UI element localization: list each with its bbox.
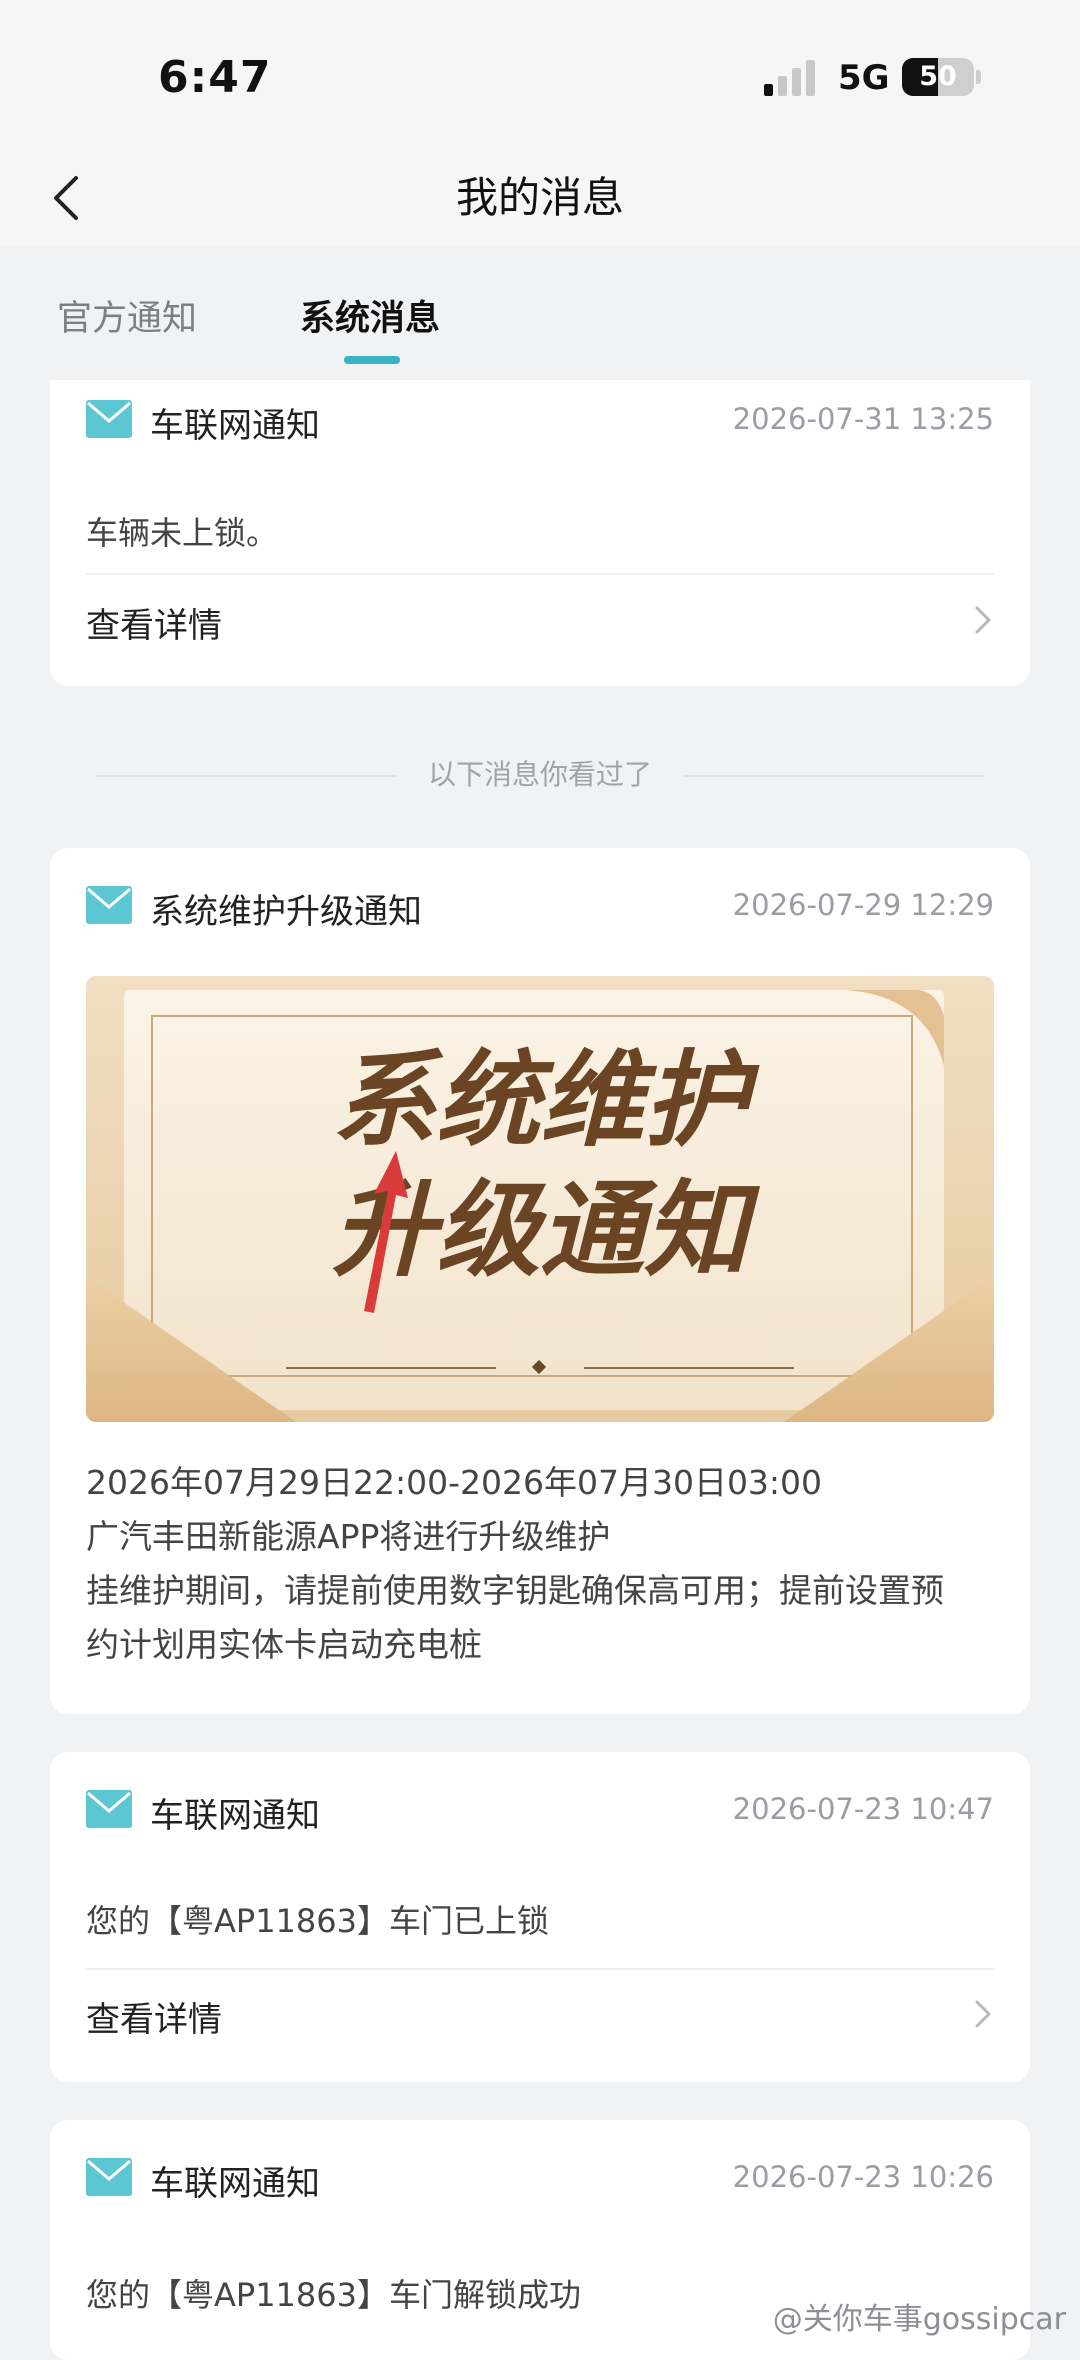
seen-messages-divider: 以下消息你看过了 [96,755,984,795]
message-card-header: 车联网通知 2026-07-31 13:25 [86,380,994,460]
mail-icon [86,400,132,438]
notice-line: 2026年07月29日22:00-2026年07月30日03:00 [86,1463,823,1502]
view-details-button[interactable]: 查看详情 [86,580,994,660]
notice-line: 挂维护期间，请提前使用数字钥匙确保高可用；提前设置预 [86,1571,944,1610]
chevron-right-icon [975,606,991,634]
view-details-label: 查看详情 [86,606,222,646]
page-title: 我的消息 [455,173,624,222]
mail-icon [86,1790,132,1828]
mail-icon [86,886,132,924]
battery-icon: 50 [902,58,974,96]
mail-icon [86,2158,132,2196]
notice-line: 约计划用实体卡启动充电桩 [86,1625,482,1664]
message-tabs: 官方通知 系统消息 [0,246,1080,376]
message-time: 2026-07-23 10:26 [732,2160,994,2194]
network-type: 5G [838,58,890,98]
message-title: 车联网通知 [150,1796,320,1836]
tab-system-messages[interactable]: 系统消息 [300,290,440,341]
view-details-label: 查看详情 [86,2000,222,2040]
banner-heading-line1: 系统维护 [332,1039,760,1161]
watermark: @关你车事gossipcar [772,2302,1066,2337]
status-bar: 6:47 5G 50 [0,0,1080,150]
message-time: 2026-07-23 10:47 [732,1792,994,1826]
message-card-header: 车联网通知 2026-07-23 10:47 [86,1770,994,1850]
message-body: 您的【粤AP11863】车门已上锁 [86,1902,549,1940]
divider [86,573,994,575]
message-card-vehicle-unlocked[interactable]: 车联网通知 2026-07-31 13:25 车辆未上锁。 查看详情 [50,380,1030,686]
message-title: 系统维护升级通知 [150,892,422,932]
maintenance-notice-text: 2026年07月29日22:00-2026年07月30日03:00 广汽丰田新能… [86,1456,996,1672]
signal-strength-icon [764,60,820,96]
chevron-right-icon [975,2000,991,2028]
active-tab-indicator [344,356,400,364]
maintenance-banner-image[interactable]: 系统维护 升级通知 [86,976,994,1422]
view-details-button[interactable]: 查看详情 [86,1974,994,2054]
message-time: 2026-07-29 12:29 [732,888,994,922]
message-title: 车联网通知 [150,406,320,446]
seen-messages-label: 以下消息你看过了 [427,758,652,791]
battery-tip [976,70,981,84]
divider [86,1968,994,1970]
navigation-header: 我的消息 [0,150,1080,246]
notice-line: 广汽丰田新能源APP将进行升级维护 [86,1517,611,1556]
message-card-door-locked[interactable]: 车联网通知 2026-07-23 10:47 您的【粤AP11863】车门已上锁… [50,1752,1030,2082]
status-time: 6:47 [158,52,272,103]
message-time: 2026-07-31 13:25 [732,402,994,436]
message-body: 您的【粤AP11863】车门解锁成功 [86,2276,581,2314]
message-card-header: 系统维护升级通知 2026-07-29 12:29 [86,866,994,946]
message-card-maintenance-notice[interactable]: 系统维护升级通知 2026-07-29 12:29 系统维护 升级通知 2026… [50,848,1030,1714]
tab-official-notice[interactable]: 官方通知 [57,290,197,341]
message-title: 车联网通知 [150,2164,320,2204]
battery-level: 50 [919,61,957,92]
message-card-header: 车联网通知 2026-07-23 10:26 [86,2138,994,2218]
back-chevron-icon[interactable] [42,170,92,226]
message-body: 车辆未上锁。 [86,514,279,552]
